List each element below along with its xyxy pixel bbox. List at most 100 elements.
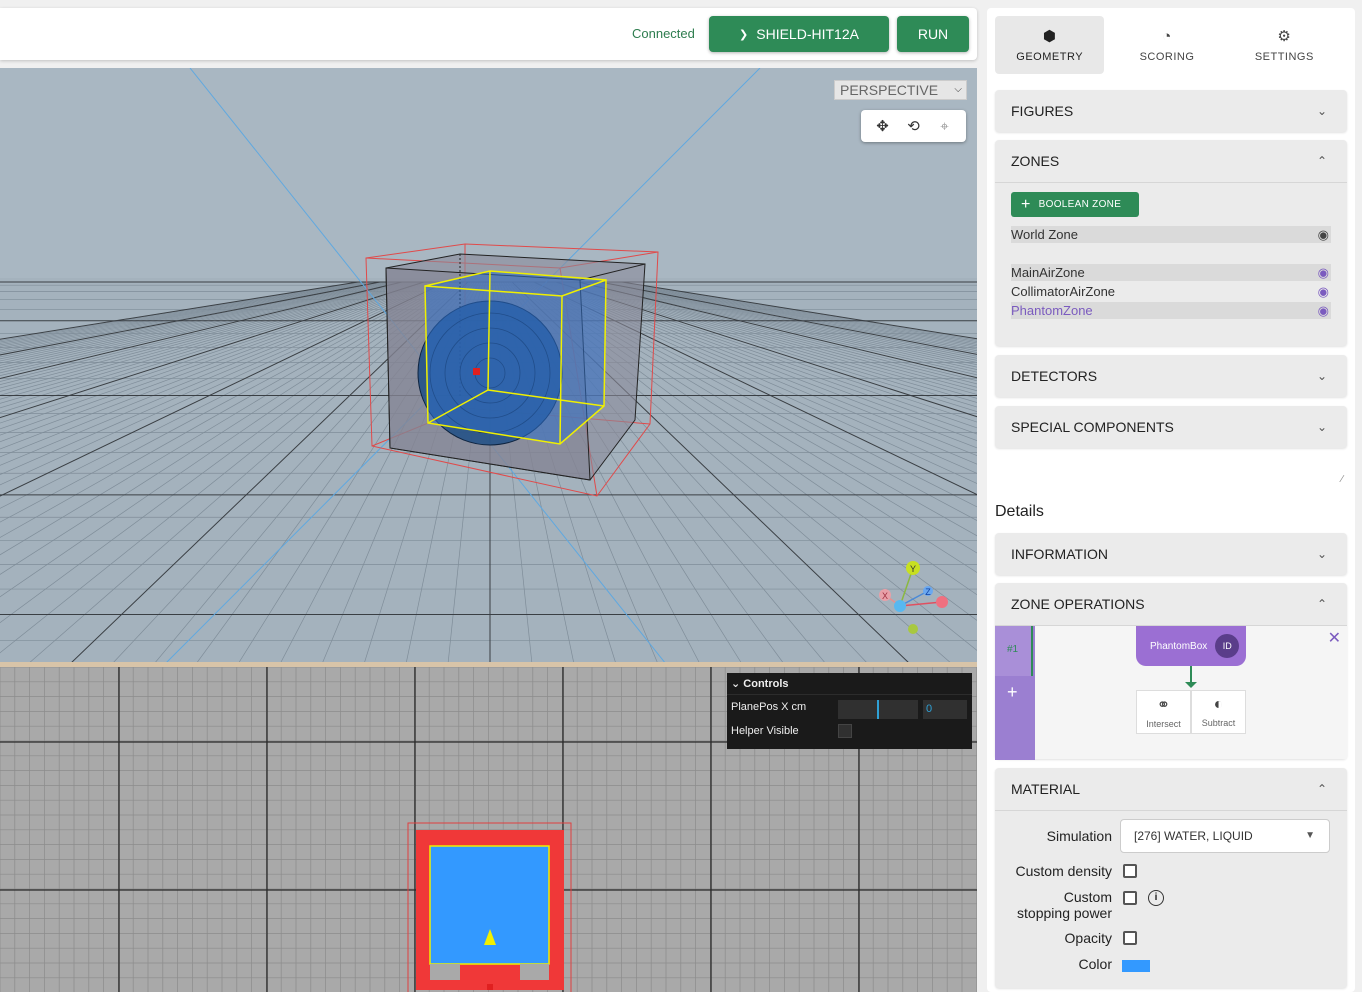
material-body: Simulation [276] WATER, LIQUID ▼ Custom … xyxy=(995,810,1347,988)
simulator-label: SHIELD-HIT12A xyxy=(756,26,859,42)
zones-header[interactable]: ZONES ⌃ xyxy=(995,140,1347,182)
app-root: Connected ❯ SHIELD-HIT12A RUN Y X Z PERS… xyxy=(0,0,1362,992)
special-components-section: SPECIAL COMPONENTS ⌄ xyxy=(995,406,1347,448)
planepos-input[interactable]: 0 xyxy=(923,700,967,719)
chevron-down-icon: ❯ xyxy=(739,28,749,41)
tab-label: SETTINGS xyxy=(1254,51,1314,63)
camera-mode-select[interactable]: PERSPECTIVE ⌵ xyxy=(834,80,967,100)
information-header[interactable]: INFORMATION ⌄ xyxy=(995,533,1347,575)
run-button[interactable]: RUN xyxy=(897,16,969,52)
viewport-3d[interactable]: Y X Z xyxy=(0,68,977,664)
simulation-label: Simulation xyxy=(1046,828,1112,844)
intersect-button[interactable]: ⚭ Intersect xyxy=(1136,690,1191,734)
eye-icon[interactable]: ◉ xyxy=(1318,264,1329,281)
zone-item-mainair[interactable]: MainAirZone ◉ xyxy=(1011,264,1331,281)
tab-label: GEOMETRY xyxy=(1016,51,1084,63)
planepos-slider[interactable] xyxy=(838,700,918,719)
operation-index[interactable]: #1 xyxy=(995,626,1033,676)
zone-item-collimatorair[interactable]: CollimatorAirZone ◉ xyxy=(1011,283,1331,300)
zone-operations-header[interactable]: ZONE OPERATIONS ⌃ xyxy=(995,583,1347,625)
right-panel: ⬢ GEOMETRY ◔ SCORING ⚙ SETTINGS FIGURES … xyxy=(987,8,1355,992)
transform-toolbar: ✥ ⟲ ⌖ xyxy=(861,110,966,142)
origin-marker xyxy=(473,368,480,375)
details-heading: Details xyxy=(995,503,1044,520)
gap-left-2d xyxy=(430,964,460,980)
zone-item-phantom[interactable]: PhantomZone ◉ xyxy=(1011,302,1331,319)
axis-x-label: X xyxy=(882,591,888,601)
custom-stopping-power-label-2: stopping power xyxy=(1017,905,1112,921)
custom-density-label: Custom density xyxy=(1015,863,1112,879)
material-select-value: [276] WATER, LIQUID xyxy=(1134,829,1253,843)
simulator-select-button[interactable]: ❯ SHIELD-HIT12A xyxy=(709,16,889,52)
figure-chip[interactable]: PhantomBox ID xyxy=(1136,626,1246,666)
zones-section: ZONES ⌃ + BOOLEAN ZONE World Zone ◉ Main… xyxy=(995,140,1347,346)
move-icon[interactable]: ✥ xyxy=(872,117,894,135)
material-header[interactable]: MATERIAL ⌃ xyxy=(995,768,1347,810)
figures-header[interactable]: FIGURES ⌄ xyxy=(995,90,1347,132)
zone-name: MainAirZone xyxy=(1011,265,1085,280)
special-components-header[interactable]: SPECIAL COMPONENTS ⌄ xyxy=(995,406,1347,448)
chevron-down-icon: ⌄ xyxy=(1316,369,1327,383)
section-title: MATERIAL xyxy=(1011,781,1080,797)
figure-id-badge: ID xyxy=(1215,634,1240,658)
chevron-up-icon: ⌃ xyxy=(1316,154,1327,168)
controls-title: Controls xyxy=(743,678,789,690)
intersect-label: Intersect xyxy=(1146,719,1181,729)
gauge-icon: ◔ xyxy=(1162,27,1172,45)
color-swatch[interactable] xyxy=(1122,960,1150,972)
controls-panel: ⌄ Controls PlanePos X cm 0 Helper Visibl… xyxy=(727,673,972,749)
plus-icon: + xyxy=(1021,195,1031,213)
tab-bar: ⬢ GEOMETRY ◔ SCORING ⚙ SETTINGS xyxy=(995,16,1347,74)
helper-visible-row: Helper Visible xyxy=(727,719,972,743)
eye-icon[interactable]: ◉ xyxy=(1318,283,1329,300)
zone-item-world[interactable]: World Zone ◉ xyxy=(1011,226,1331,243)
material-select[interactable]: [276] WATER, LIQUID ▼ xyxy=(1120,819,1330,853)
eye-off-icon[interactable]: ◉ xyxy=(1318,226,1329,243)
chevron-up-icon: ⌃ xyxy=(1316,597,1327,611)
section-title: INFORMATION xyxy=(1011,546,1108,562)
cube-icon: ⬢ xyxy=(1042,28,1057,45)
slider-thumb[interactable] xyxy=(877,700,879,719)
info-icon[interactable]: i xyxy=(1148,890,1164,906)
dropdown-arrow-icon: ▼ xyxy=(1305,830,1315,841)
plus-icon[interactable]: + xyxy=(1007,682,1018,703)
opacity-label: Opacity xyxy=(1064,930,1112,946)
tab-label: SCORING xyxy=(1139,50,1195,63)
section-title: DETECTORS xyxy=(1011,368,1098,384)
axis-z-label: Z xyxy=(925,587,931,597)
resize-handle-icon[interactable]: ∕ xyxy=(1341,474,1343,485)
controls-header[interactable]: ⌄ Controls xyxy=(727,673,972,695)
camera-mode-value: PERSPECTIVE xyxy=(840,82,939,98)
gear-icon: ⚙ xyxy=(1277,28,1292,45)
add-boolean-zone-label: BOOLEAN ZONE xyxy=(1038,199,1122,210)
detectors-header[interactable]: DETECTORS ⌄ xyxy=(995,355,1347,397)
zone-operations-editor: #1 + PhantomBox ID ⚭ Intersect ◐ Subtrac… xyxy=(995,625,1347,760)
phantom-2d xyxy=(429,845,550,965)
crop-icon[interactable]: ⌖ xyxy=(934,118,956,135)
helper-visible-checkbox[interactable] xyxy=(838,724,852,738)
connection-status: Connected xyxy=(632,26,695,41)
color-label: Color xyxy=(1078,956,1112,972)
eye-icon[interactable]: ◉ xyxy=(1318,302,1329,319)
chevron-down-icon: ⌄ xyxy=(731,678,741,690)
custom-stopping-power-checkbox[interactable] xyxy=(1123,891,1137,905)
figure-name: PhantomBox xyxy=(1150,640,1208,652)
zone-name: World Zone xyxy=(1011,227,1078,242)
tab-scoring[interactable]: ◔ SCORING xyxy=(1112,16,1221,74)
figures-section: FIGURES ⌄ xyxy=(995,90,1347,132)
section-title: FIGURES xyxy=(1011,103,1074,119)
arrow-down-icon xyxy=(1185,682,1197,688)
planepos-row: PlanePos X cm 0 xyxy=(727,695,972,719)
tab-settings[interactable]: ⚙ SETTINGS xyxy=(1230,16,1339,74)
subtract-button[interactable]: ◐ Subtract xyxy=(1191,690,1246,734)
chevron-down-icon: ⌄ xyxy=(1316,547,1327,561)
custom-density-checkbox[interactable] xyxy=(1123,864,1137,878)
helper-visible-label: Helper Visible xyxy=(731,725,799,737)
operation-list: #1 + xyxy=(995,626,1035,760)
rotate-icon[interactable]: ⟲ xyxy=(903,117,925,135)
add-boolean-zone-button[interactable]: + BOOLEAN ZONE xyxy=(1011,192,1139,217)
tab-geometry[interactable]: ⬢ GEOMETRY xyxy=(995,16,1105,74)
opacity-checkbox[interactable] xyxy=(1123,931,1137,945)
information-section: INFORMATION ⌄ xyxy=(995,533,1347,575)
close-icon[interactable]: ✕ xyxy=(1328,628,1341,648)
